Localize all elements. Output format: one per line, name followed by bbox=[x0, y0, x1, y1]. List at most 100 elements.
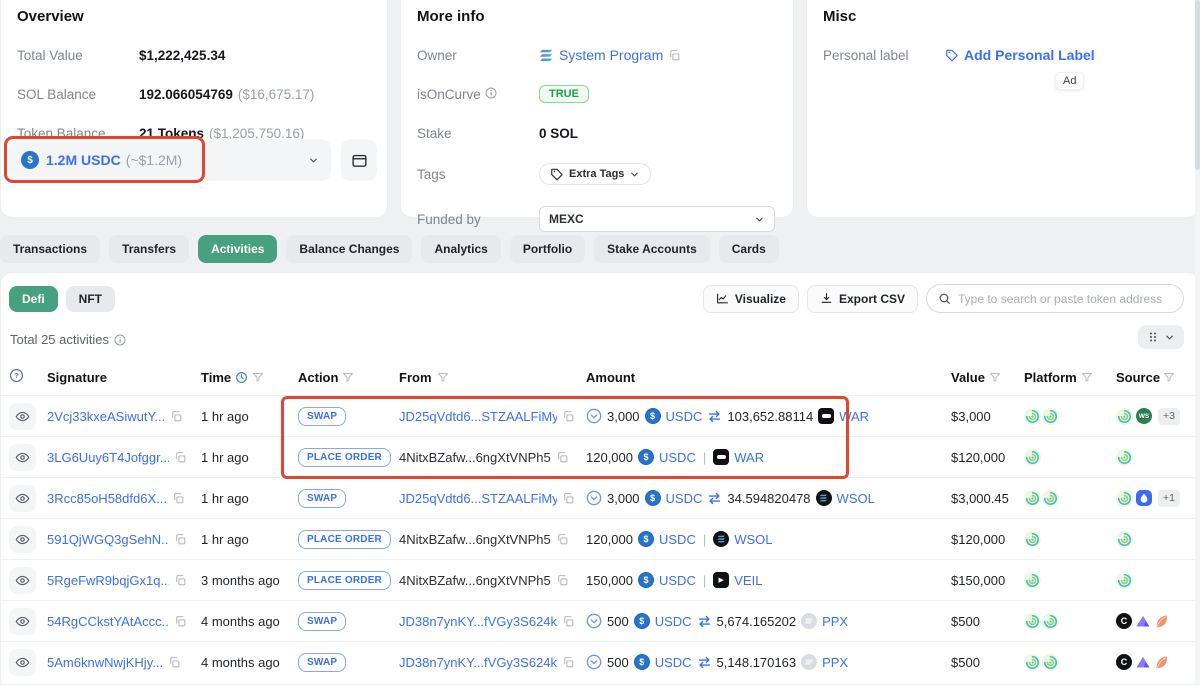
filter-icon[interactable] bbox=[1163, 371, 1175, 383]
copy-icon[interactable] bbox=[668, 49, 681, 62]
amount-out-token[interactable]: WSOL bbox=[837, 491, 875, 506]
from-address[interactable]: JD38n7ynKY...fVGy3S624k bbox=[399, 655, 557, 670]
amount-out-token[interactable]: WSOL bbox=[734, 532, 772, 547]
copy-icon[interactable] bbox=[174, 574, 187, 587]
column-settings-button[interactable] bbox=[1138, 325, 1184, 349]
expand-amount-icon[interactable] bbox=[586, 408, 602, 424]
amount-in-token[interactable]: USDC bbox=[655, 614, 692, 629]
watch-row-button[interactable] bbox=[9, 567, 36, 594]
tab-cards[interactable]: Cards bbox=[719, 235, 779, 263]
copy-icon[interactable] bbox=[562, 492, 575, 505]
signature-link[interactable]: 591QjWGQ3gSehN... bbox=[47, 532, 169, 547]
help-icon[interactable]: ? bbox=[9, 368, 24, 383]
signature-link[interactable]: 2Vcj33kxeASiwutY... bbox=[47, 409, 165, 424]
meteora-icon[interactable] bbox=[1042, 654, 1059, 671]
export-csv-button[interactable]: Export CSV bbox=[807, 285, 918, 313]
meteora-icon[interactable] bbox=[1042, 490, 1059, 507]
watch-row-button[interactable] bbox=[9, 649, 36, 676]
copy-icon[interactable] bbox=[562, 656, 575, 669]
watch-row-button[interactable] bbox=[9, 608, 36, 635]
signature-link[interactable]: 5Am6knwNwjKHjy... bbox=[47, 655, 163, 670]
copy-icon[interactable] bbox=[562, 615, 575, 628]
copy-icon[interactable] bbox=[168, 656, 181, 669]
from-address[interactable]: JD25qVdtd6...STZAALFiMy bbox=[399, 409, 557, 424]
tab-stake-accounts[interactable]: Stake Accounts bbox=[594, 235, 710, 263]
tab-activities[interactable]: Activities bbox=[198, 235, 277, 263]
amount-out-token[interactable]: WAR bbox=[839, 409, 869, 424]
filter-icon[interactable] bbox=[989, 371, 1001, 383]
expand-amount-icon[interactable] bbox=[586, 654, 602, 670]
tab-portfolio[interactable]: Portfolio bbox=[510, 235, 585, 263]
platform-icons[interactable] bbox=[1024, 531, 1042, 548]
meteora-icon[interactable] bbox=[1024, 449, 1041, 466]
amount-out-token[interactable]: PPX bbox=[822, 614, 848, 629]
meteora-icon[interactable] bbox=[1024, 654, 1041, 671]
subtab-defi[interactable]: Defi bbox=[9, 286, 58, 312]
visualize-button[interactable]: Visualize bbox=[703, 285, 799, 313]
meteora-icon[interactable] bbox=[1042, 613, 1059, 630]
source-icons[interactable]: +1 bbox=[1116, 490, 1199, 507]
watch-row-button[interactable] bbox=[9, 444, 36, 471]
tab-transactions[interactable]: Transactions bbox=[0, 235, 100, 263]
meteora-icon[interactable] bbox=[1024, 572, 1041, 589]
from-address[interactable]: 4NitxBZafw...6ngXtVNPh5 bbox=[399, 532, 551, 547]
signature-link[interactable]: 3LG6Uuy6T4Jofggr... bbox=[47, 450, 169, 465]
filter-icon[interactable] bbox=[252, 371, 264, 383]
copy-icon[interactable] bbox=[562, 410, 575, 423]
amount-in-token[interactable]: USDC bbox=[659, 450, 696, 465]
watch-row-button[interactable] bbox=[9, 403, 36, 430]
amount-in-token[interactable]: USDC bbox=[666, 491, 703, 506]
scrollbar[interactable] bbox=[1195, 0, 1200, 685]
watch-row-button[interactable] bbox=[9, 526, 36, 553]
expand-amount-icon[interactable] bbox=[586, 490, 602, 506]
source-icons[interactable]: C bbox=[1116, 654, 1199, 670]
copy-icon[interactable] bbox=[174, 533, 187, 546]
platform-icons[interactable] bbox=[1024, 572, 1042, 589]
meteora-icon[interactable] bbox=[1024, 408, 1041, 425]
copy-icon[interactable] bbox=[170, 410, 183, 423]
source-icons[interactable] bbox=[1116, 531, 1199, 548]
platform-icons[interactable] bbox=[1024, 654, 1060, 671]
more-sources-chip[interactable]: +3 bbox=[1158, 408, 1180, 425]
from-address[interactable]: JD38n7ynKY...fVGy3S624k bbox=[399, 614, 557, 629]
more-sources-chip[interactable]: +1 bbox=[1158, 490, 1180, 507]
funded-by-select[interactable]: MEXC bbox=[539, 206, 775, 232]
source-icons[interactable] bbox=[1116, 449, 1199, 466]
amount-out-token[interactable]: PPX bbox=[822, 655, 848, 670]
tab-analytics[interactable]: Analytics bbox=[421, 235, 500, 263]
meteora-icon[interactable] bbox=[1024, 531, 1041, 548]
copy-icon[interactable] bbox=[556, 533, 569, 546]
tab-transfers[interactable]: Transfers bbox=[109, 235, 189, 263]
source-icons[interactable] bbox=[1116, 572, 1199, 589]
owner-link[interactable]: System Program bbox=[559, 47, 663, 63]
clock-icon[interactable] bbox=[235, 371, 248, 384]
tab-balance-changes[interactable]: Balance Changes bbox=[286, 235, 412, 263]
source-icons[interactable]: WS+3 bbox=[1116, 408, 1199, 425]
signature-link[interactable]: 5RgeFwR9bqjGx1q... bbox=[47, 573, 169, 588]
platform-icons[interactable] bbox=[1024, 490, 1060, 507]
from-address[interactable]: 4NitxBZafw...6ngXtVNPh5 bbox=[399, 573, 551, 588]
add-personal-label-link[interactable]: Add Personal Label bbox=[964, 47, 1095, 63]
meteora-icon[interactable] bbox=[1042, 408, 1059, 425]
amount-out-token[interactable]: VEIL bbox=[734, 573, 762, 588]
search-input[interactable] bbox=[958, 292, 1172, 306]
from-address[interactable]: JD25qVdtd6...STZAALFiMy bbox=[399, 491, 557, 506]
expand-amount-icon[interactable] bbox=[586, 613, 602, 629]
token-selector-dropdown[interactable]: $ 1.2M USDC (~$1.2M) bbox=[9, 139, 331, 181]
copy-icon[interactable] bbox=[174, 615, 187, 628]
copy-icon[interactable] bbox=[556, 574, 569, 587]
amount-in-token[interactable]: USDC bbox=[659, 573, 696, 588]
amount-in-token[interactable]: USDC bbox=[659, 532, 696, 547]
copy-icon[interactable] bbox=[172, 492, 185, 505]
platform-icons[interactable] bbox=[1024, 408, 1060, 425]
platform-icons[interactable] bbox=[1024, 613, 1060, 630]
signature-link[interactable]: 54RgCCkstYAtAccc... bbox=[47, 614, 169, 629]
amount-out-token[interactable]: WAR bbox=[734, 450, 764, 465]
signature-link[interactable]: 3Rcc85oH58dfd6X... bbox=[47, 491, 167, 506]
copy-icon[interactable] bbox=[174, 451, 187, 464]
extra-tags-button[interactable]: Extra Tags bbox=[539, 163, 651, 185]
amount-in-token[interactable]: USDC bbox=[655, 655, 692, 670]
source-icons[interactable]: C bbox=[1116, 613, 1199, 629]
from-address[interactable]: 4NitxBZafw...6ngXtVNPh5 bbox=[399, 450, 551, 465]
filter-icon[interactable] bbox=[437, 371, 449, 383]
